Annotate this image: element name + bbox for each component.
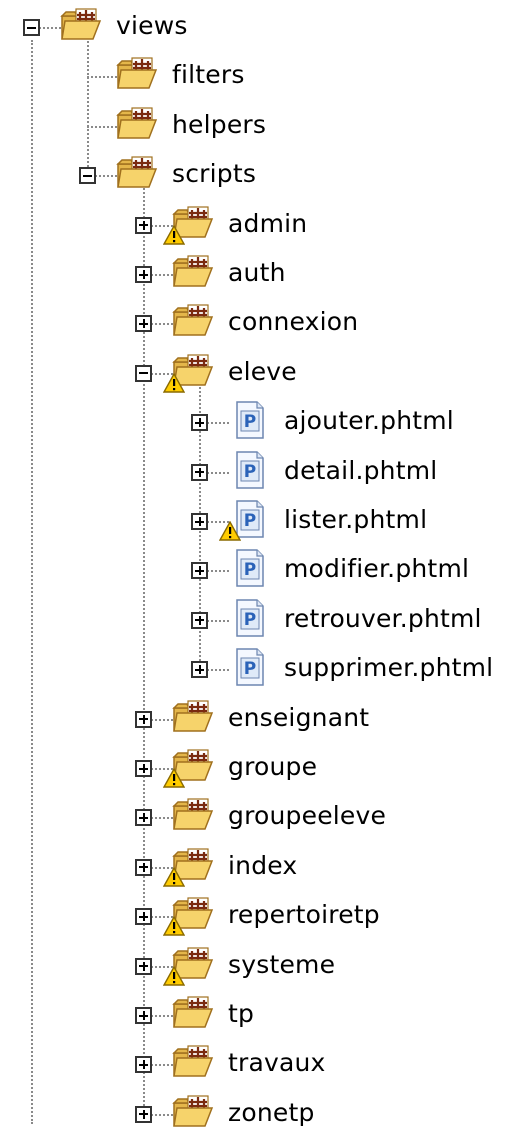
tree-branch-line: [87, 125, 117, 128]
tree-branch-line: [87, 76, 117, 79]
tree-branch-line: [207, 570, 229, 573]
collapse-toggle-icon[interactable]: [135, 364, 152, 382]
folder-open-icon: [171, 1042, 215, 1082]
collapse-toggle-icon[interactable]: [23, 19, 40, 36]
php-file-icon: P: [227, 450, 271, 490]
expand-toggle-icon[interactable]: [135, 809, 152, 827]
folder-open-icon: [171, 1092, 215, 1132]
warning-icon: [162, 866, 186, 887]
expand-toggle-icon[interactable]: [135, 710, 152, 728]
warning-icon: [162, 224, 186, 245]
tree-branch-line: [151, 1064, 173, 1067]
tree-node-label[interactable]: travaux: [228, 1046, 326, 1080]
expand-toggle-icon[interactable]: [191, 414, 208, 432]
tree-node-label[interactable]: scripts: [172, 157, 256, 191]
folder-open-icon: [171, 301, 215, 341]
warning-icon: [162, 915, 186, 936]
expand-toggle-icon[interactable]: [135, 1056, 152, 1074]
file-tree: views filters helpers scripts admin auth…: [0, 0, 506, 1127]
warning-icon: [218, 520, 242, 541]
tree-node-label[interactable]: zonetp: [228, 1096, 315, 1130]
tree-branch-line: [151, 274, 173, 276]
tree-branch-line: [207, 669, 229, 672]
tree-node-label[interactable]: connexion: [228, 305, 358, 339]
svg-text:P: P: [244, 560, 256, 580]
tree-node-label[interactable]: groupeeleve: [228, 799, 386, 833]
folder-open-icon: [171, 252, 215, 292]
svg-text:P: P: [244, 610, 256, 630]
tree-node-label[interactable]: systeme: [228, 948, 335, 982]
tree-branch-line: [207, 619, 229, 622]
tree-node-label[interactable]: modifier.phtml: [284, 552, 469, 586]
tree-node-label[interactable]: tp: [228, 997, 254, 1031]
folder-open-icon: [115, 104, 159, 144]
tree-branch-line: [207, 422, 229, 425]
folder-open-icon: [115, 153, 159, 193]
tree-branch-line: [151, 817, 173, 820]
expand-toggle-icon[interactable]: [191, 513, 208, 530]
warning-icon: [162, 372, 186, 393]
tree-branch-line: [151, 1113, 173, 1116]
tree-node-label[interactable]: ajouter.phtml: [284, 404, 454, 438]
tree-node-label[interactable]: groupe: [228, 750, 317, 784]
tree-node-label[interactable]: detail.phtml: [284, 454, 437, 488]
svg-text:P: P: [244, 511, 256, 531]
warning-icon: [162, 767, 186, 788]
collapse-toggle-icon[interactable]: [79, 167, 96, 185]
expand-toggle-icon[interactable]: [135, 216, 152, 234]
expand-toggle-icon[interactable]: [135, 760, 152, 777]
tree-node-label[interactable]: enseignant: [228, 701, 369, 735]
tree-node-label[interactable]: index: [228, 849, 297, 883]
php-file-icon: P: [227, 548, 271, 588]
svg-text:P: P: [244, 659, 256, 679]
tree-branch-line: [151, 718, 173, 721]
tree-branch-line: [207, 471, 229, 474]
folder-open-icon: [171, 993, 215, 1033]
tree-node-label[interactable]: views: [116, 9, 188, 43]
expand-toggle-icon[interactable]: [191, 463, 208, 481]
expand-toggle-icon[interactable]: [191, 611, 208, 629]
expand-toggle-icon[interactable]: [135, 908, 152, 926]
folder-open-icon: [115, 54, 159, 94]
tree-branch-line: [95, 175, 117, 178]
expand-toggle-icon[interactable]: [135, 1007, 152, 1024]
expand-toggle-icon[interactable]: [135, 1105, 152, 1123]
tree-node-label[interactable]: helpers: [172, 108, 266, 142]
folder-open-icon: [59, 5, 103, 45]
expand-toggle-icon[interactable]: [135, 266, 152, 283]
expand-toggle-icon[interactable]: [191, 661, 208, 679]
folder-open-icon: [171, 795, 215, 835]
php-file-icon: P: [227, 400, 271, 440]
tree-node-label[interactable]: lister.phtml: [284, 503, 427, 537]
expand-toggle-icon[interactable]: [135, 957, 152, 975]
warning-icon: [162, 965, 186, 986]
tree-node-filters[interactable]: [0, 55, 506, 101]
expand-toggle-icon[interactable]: [135, 315, 152, 333]
tree-branch-line: [151, 323, 173, 326]
svg-text:P: P: [244, 412, 256, 432]
php-file-icon: P: [227, 647, 271, 687]
tree-branch-line: [39, 27, 61, 29]
tree-node-label[interactable]: filters: [172, 58, 245, 92]
tree-node-label[interactable]: auth: [228, 256, 286, 290]
expand-toggle-icon[interactable]: [135, 858, 152, 876]
tree-branch-line: [151, 1015, 173, 1017]
tree-node-label[interactable]: eleve: [228, 355, 297, 389]
tree-node-label[interactable]: retrouver.phtml: [284, 602, 482, 636]
folder-open-icon: [171, 697, 215, 737]
expand-toggle-icon[interactable]: [191, 562, 208, 580]
tree-node-label[interactable]: repertoiretp: [228, 898, 380, 932]
svg-text:P: P: [244, 462, 256, 482]
tree-node-label[interactable]: supprimer.phtml: [284, 651, 493, 685]
php-file-icon: P: [227, 598, 271, 638]
tree-node-label[interactable]: admin: [228, 207, 307, 241]
